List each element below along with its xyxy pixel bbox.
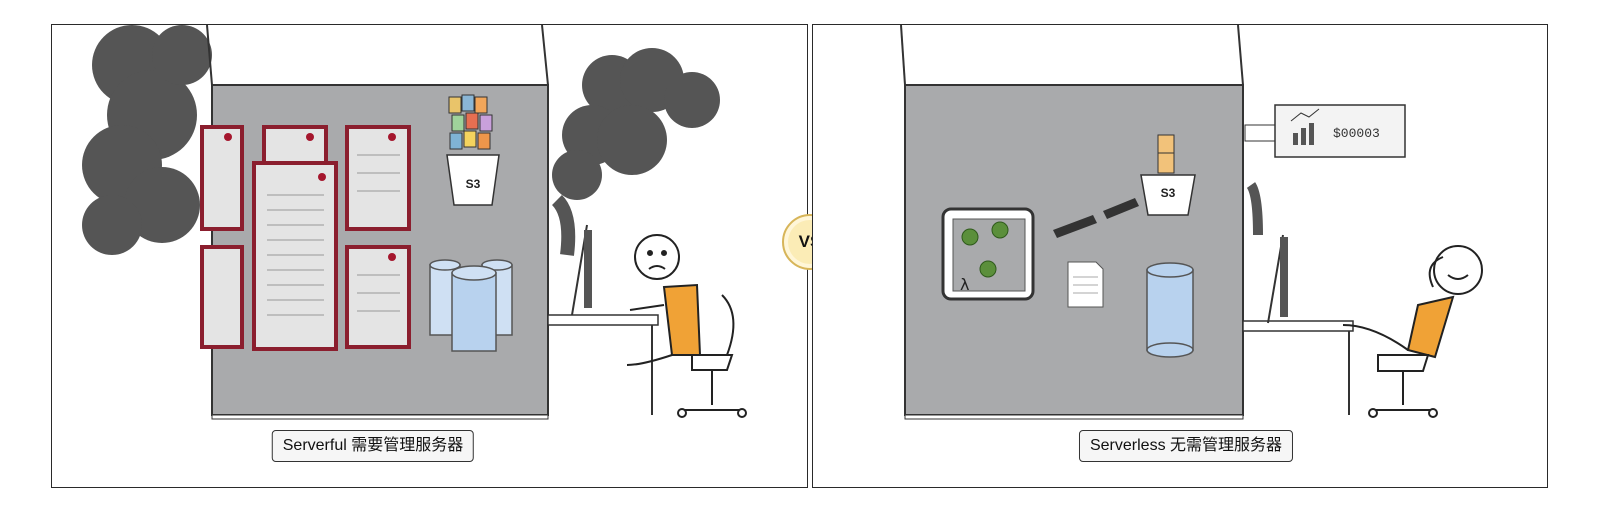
lambda-function-box: λ <box>941 207 1035 301</box>
document-icon <box>1067 261 1104 308</box>
cost-meter: $00003 <box>1244 104 1406 158</box>
serverful-caption: Serverful 需要管理服务器 <box>271 430 475 462</box>
s3-label: S3 <box>1161 186 1176 200</box>
serverless-panel: λ S3 $00003 Serverless 无需管理服务器 <box>812 24 1548 488</box>
s3-label: S3 <box>466 177 481 191</box>
s3-bucket-overflowing: S3 <box>446 94 500 206</box>
serverful-panel: S3 Serverful 需要管理服务器 <box>51 24 808 488</box>
serverful-illustration: S3 <box>82 25 747 420</box>
database-cylinder <box>1146 262 1194 358</box>
stressed-person <box>626 234 702 366</box>
smoke-cloud-left <box>82 25 212 255</box>
cost-value: $00003 <box>1333 126 1380 141</box>
relaxed-person <box>1342 245 1483 359</box>
office-chair <box>1368 354 1438 418</box>
desk <box>1242 320 1354 332</box>
lambda-symbol: λ <box>960 275 969 294</box>
monitor <box>1280 237 1288 317</box>
smoke-cloud-right <box>552 48 720 200</box>
desk <box>547 314 659 326</box>
serverless-illustration: λ S3 $00003 <box>900 25 1483 420</box>
serverless-caption: Serverless 无需管理服务器 <box>1078 430 1294 462</box>
monitor <box>584 230 592 308</box>
